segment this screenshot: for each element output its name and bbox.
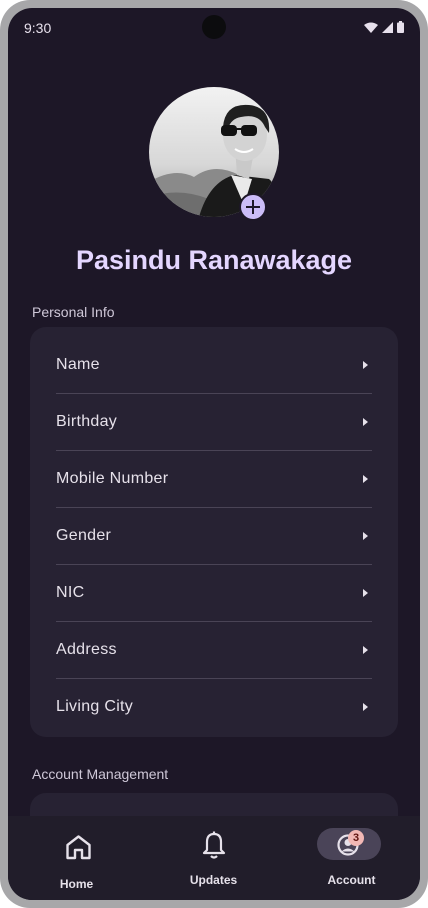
info-row-label: Gender — [56, 526, 112, 544]
info-row-label: Name — [56, 355, 100, 373]
add-photo-button[interactable] — [239, 193, 267, 221]
notification-badge: 3 — [348, 830, 364, 846]
info-row-label: Birthday — [56, 412, 118, 430]
info-row-living-city[interactable]: Living City — [56, 678, 372, 735]
info-row-name[interactable]: Name — [56, 336, 372, 394]
profile-name: Pasindu Ranawakage — [75, 245, 353, 275]
chevron-right-icon — [363, 702, 368, 711]
status-icons — [364, 21, 404, 33]
nav-account[interactable]: Account — [283, 816, 420, 900]
info-row-mobile-number[interactable]: Mobile Number — [56, 450, 372, 508]
bottom-navigation: Home Updates Account 3 — [8, 816, 420, 900]
info-row-nic[interactable]: NIC — [56, 564, 372, 622]
info-row-label: Mobile Number — [56, 469, 169, 487]
battery-icon — [397, 21, 404, 33]
nav-home[interactable]: Home — [8, 816, 145, 900]
info-row-label: Address — [56, 640, 117, 658]
device-frame: 9:30 Pasindu Ranawakage Personal Info Na… — [0, 0, 428, 908]
info-row-label: Living City — [56, 697, 134, 715]
nav-home-label: Home — [59, 877, 94, 891]
nav-account-label: Account — [327, 873, 376, 887]
chevron-right-icon — [363, 531, 368, 540]
nav-updates-label: Updates — [189, 873, 238, 887]
cellular-signal-icon — [382, 21, 393, 33]
app-screen: 9:30 Pasindu Ranawakage Personal Info Na… — [8, 8, 420, 900]
personal-info-card: Name Birthday Mobile Number Gender NIC A… — [30, 327, 398, 737]
info-row-birthday[interactable]: Birthday — [56, 393, 372, 451]
bell-icon — [202, 831, 226, 859]
camera-cutout — [202, 15, 226, 39]
chevron-right-icon — [363, 588, 368, 597]
chevron-right-icon — [363, 645, 368, 654]
personal-info-label: Personal Info — [32, 304, 115, 320]
wifi-icon — [364, 22, 378, 33]
status-time: 9:30 — [24, 20, 52, 36]
account-management-label: Account Management — [32, 766, 169, 782]
chevron-right-icon — [363, 360, 368, 369]
chevron-right-icon — [363, 474, 368, 483]
info-row-label: NIC — [56, 583, 85, 601]
info-row-gender[interactable]: Gender — [56, 507, 372, 565]
status-bar: 9:30 — [8, 8, 420, 48]
nav-updates[interactable]: Updates — [145, 816, 282, 900]
plus-icon — [246, 200, 260, 214]
info-row-address[interactable]: Address — [56, 621, 372, 679]
chevron-right-icon — [363, 417, 368, 426]
home-icon — [66, 835, 91, 860]
